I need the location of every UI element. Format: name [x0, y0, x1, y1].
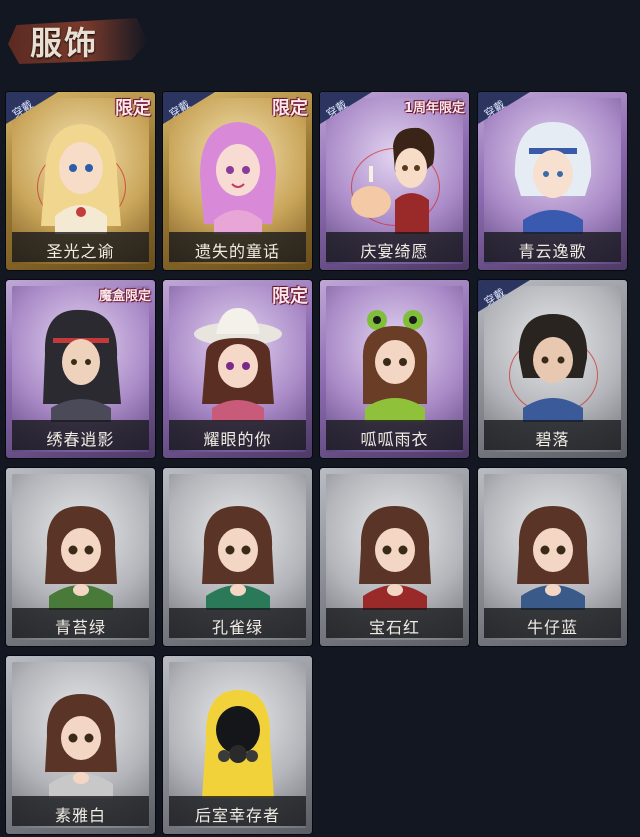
- outfit-name: 绣春逍影: [46, 430, 115, 449]
- outfit-name: 青云逸歌: [518, 242, 587, 261]
- outfit-card[interactable]: 素雅白: [6, 656, 155, 834]
- outfit-grid: 穿戴 限定 圣光之谕 穿戴 限定 遗失的童话 穿戴 1周年限定 庆宴绮愿 穿戴 …: [0, 0, 640, 837]
- cake-birthday-portrait-icon: [350, 127, 434, 234]
- outfit-card[interactable]: 后室幸存者: [163, 656, 312, 834]
- outfit-name: 遗失的童话: [194, 242, 280, 261]
- girl-white-scarf-portrait-icon: [44, 694, 117, 798]
- outfit-card[interactable]: 穿戴 青云逸歌: [478, 92, 627, 270]
- pink-hair-girl-portrait-icon: [199, 122, 276, 234]
- outfit-name: 后室幸存者: [194, 806, 280, 825]
- label-bar: 绣春逍影: [12, 420, 149, 450]
- limited-tag: 限定: [272, 98, 308, 119]
- label-bar: 圣光之谕: [12, 232, 149, 262]
- label-bar: 宝石红: [326, 608, 463, 638]
- label-bar: 青苔绿: [12, 608, 149, 638]
- label-bar: 青云逸歌: [484, 232, 621, 262]
- limited-tag: 魔盒限定: [98, 289, 151, 304]
- outfit-card[interactable]: 宝石红: [320, 468, 469, 646]
- label-bar: 孔雀绿: [169, 608, 306, 638]
- outfit-name: 青苔绿: [54, 618, 106, 637]
- outfit-name: 孔雀绿: [211, 618, 263, 637]
- outfit-card[interactable]: 青苔绿: [6, 468, 155, 646]
- label-bar: 呱呱雨衣: [326, 420, 463, 450]
- limited-tag: 1周年限定: [403, 101, 465, 116]
- outfit-card[interactable]: 孔雀绿: [163, 468, 312, 646]
- outfit-name: 圣光之谕: [46, 242, 115, 261]
- label-bar: 庆宴绮愿: [326, 232, 463, 262]
- girl-red-scarf-portrait-icon: [358, 506, 431, 610]
- limited-tag: 限定: [115, 98, 151, 119]
- outfit-card[interactable]: 穿戴 限定 圣光之谕: [6, 92, 155, 270]
- girl-blue-scarf-portrait-icon: [516, 506, 589, 610]
- white-hair-portrait-icon: [514, 122, 591, 234]
- outfit-card[interactable]: 牛仔蓝: [478, 468, 627, 646]
- outfit-card[interactable]: 呱呱雨衣: [320, 280, 469, 458]
- outfit-card[interactable]: 穿戴 碧落: [478, 280, 627, 458]
- outfit-card[interactable]: 穿戴 限定 遗失的童话: [163, 92, 312, 270]
- outfit-name: 碧落: [535, 430, 570, 449]
- braided-boy-portrait-icon: [518, 314, 587, 422]
- hazmat-survivor-portrait-icon: [201, 690, 274, 798]
- outfit-card[interactable]: 穿戴 1周年限定 庆宴绮愿: [320, 92, 469, 270]
- outfit-name: 呱呱雨衣: [360, 430, 429, 449]
- label-bar: 耀眼的你: [169, 420, 306, 450]
- outfit-card[interactable]: 魔盒限定 绣春逍影: [6, 280, 155, 458]
- swordsman-portrait-icon: [42, 309, 121, 422]
- outfit-name: 宝石红: [368, 618, 420, 637]
- outfit-name: 耀眼的你: [203, 430, 272, 449]
- girl-green-scarf-portrait-icon: [44, 506, 117, 610]
- frog-raincoat-portrait-icon: [362, 310, 427, 422]
- label-bar: 素雅白: [12, 796, 149, 826]
- outfit-card[interactable]: 限定 耀眼的你: [163, 280, 312, 458]
- blonde-girl-portrait-icon: [40, 124, 121, 234]
- label-bar: 遗失的童话: [169, 232, 306, 262]
- outfit-name: 牛仔蓝: [526, 618, 578, 637]
- outfit-name: 庆宴绮愿: [360, 242, 429, 261]
- outfit-name: 素雅白: [54, 806, 106, 825]
- girl-teal-scarf-portrait-icon: [201, 506, 274, 610]
- cowgirl-hat-portrait-icon: [193, 308, 282, 422]
- label-bar: 牛仔蓝: [484, 608, 621, 638]
- limited-tag: 限定: [272, 286, 308, 307]
- label-bar: 后室幸存者: [169, 796, 306, 826]
- label-bar: 碧落: [484, 420, 621, 450]
